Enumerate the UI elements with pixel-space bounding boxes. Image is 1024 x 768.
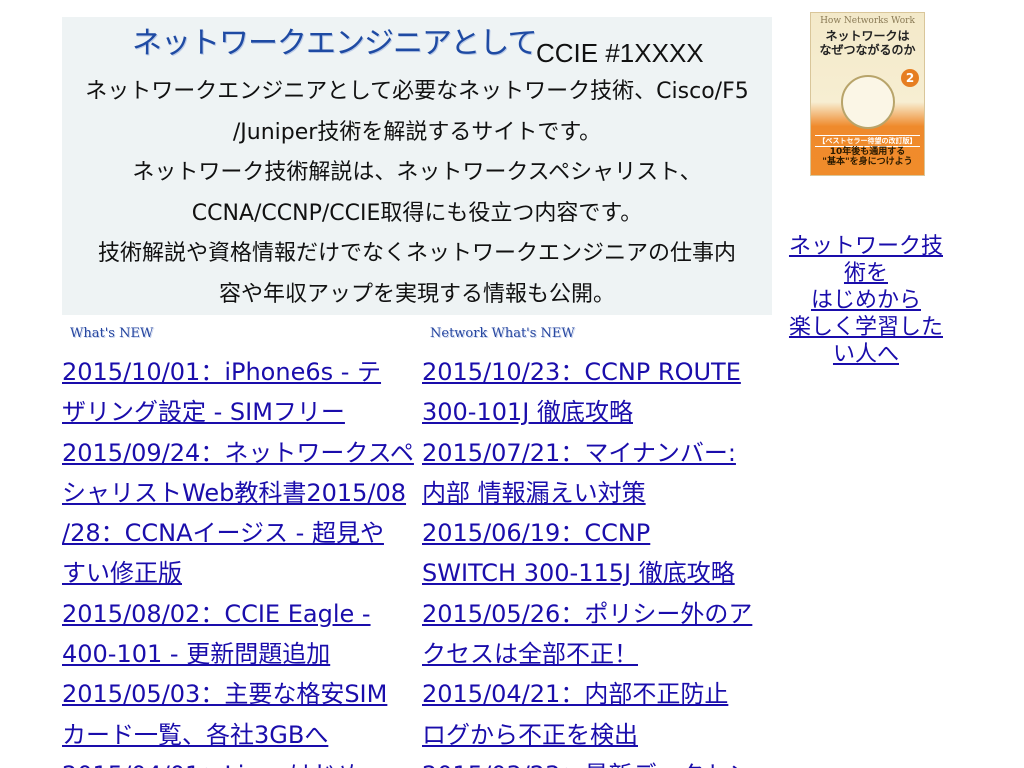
news-item-line: 2015/04/01：Linuxはじめ	[62, 755, 422, 768]
description-line: ネットワークエンジニアとして必要なネットワーク技術、Cisco/F5	[85, 79, 749, 104]
ccie-number: CCIE #1XXXX	[536, 38, 704, 68]
network-whats-new-list: 2015/10/23：CCNP ROUTE 300-101J 徹底攻略 2015…	[422, 352, 772, 768]
news-item[interactable]: 2015/06/19：CCNP SWITCH 300-115J 徹底攻略	[422, 513, 772, 594]
news-item[interactable]: 2015/09/24：ネットワークスペ シャリストWeb教科書2015/08 /…	[62, 433, 422, 594]
side-link-line: 術を	[843, 261, 888, 286]
book-title: ネットワークは なぜつながるのか	[815, 29, 920, 57]
news-item-line: 2015/03/23：最新データセン	[422, 755, 772, 768]
news-item-line: 2015/05/26：ポリシー外のア	[422, 599, 753, 628]
side-link-line: 楽しく学習した	[788, 315, 943, 340]
news-item[interactable]: 2015/07/21：マイナンバー: 内部 情報漏えい対策	[422, 433, 772, 514]
whats-new-heading: What's NEW	[70, 326, 154, 341]
news-item-line: 2015/10/01：iPhone6s - テ	[62, 358, 382, 386]
news-item[interactable]: 2015/08/02：CCIE Eagle - 400-101 - 更新問題追加	[62, 594, 422, 675]
news-item-line: 2015/04/21：内部不正防止	[422, 680, 729, 709]
side-link-line: はじめから	[810, 288, 921, 313]
news-item-line: 2015/07/21：マイナンバー:	[422, 438, 736, 467]
news-item[interactable]: 2015/03/23：最新データセン	[422, 755, 772, 768]
book-title-line: ネットワークは	[825, 29, 910, 43]
news-item-line: ログから不正を検出	[422, 720, 638, 749]
description-line: 技術解説や資格情報だけでなくネットワークエンジニアの仕事内	[97, 241, 736, 266]
news-item-line: 300-101J 徹底攻略	[422, 398, 633, 427]
side-link-line: ネットワーク技	[788, 234, 943, 259]
news-item-line: 400-101 - 更新問題追加	[62, 640, 331, 669]
news-item-line: 内部 情報漏えい対策	[422, 478, 646, 507]
description-line: 容や年収アップを実現する情報も公開。	[218, 281, 615, 307]
book-cover-image[interactable]: How Networks Work ネットワークは なぜつながるのか 2 【ベス…	[810, 12, 925, 176]
side-link-line: い人へ	[832, 342, 899, 367]
news-item-line: クセスは全部不正！	[422, 640, 638, 669]
site-title: ネットワークエンジニアとして	[132, 26, 537, 61]
news-item-line: すい修正版	[62, 559, 182, 588]
book-tagline-line: 10年後も通用する	[829, 147, 906, 157]
book-top-text: How Networks Work	[820, 16, 915, 26]
book-tagline-line: "基本"を身につけよう	[822, 157, 913, 167]
news-item-line: シャリストWeb教科書2015/08	[62, 478, 407, 507]
news-item-line: 2015/10/23：CCNP ROUTE	[422, 358, 741, 386]
learn-network-link[interactable]: ネットワーク技 術を はじめから 楽しく学習した い人へ	[782, 233, 950, 368]
news-item[interactable]: 2015/10/23：CCNP ROUTE 300-101J 徹底攻略	[422, 352, 772, 433]
news-item[interactable]: 2015/05/03：主要な格安SIM カード一覧、各社3GBへ	[62, 674, 422, 755]
news-item-line: カード一覧、各社3GBへ	[62, 720, 329, 749]
book-band: 【ベストセラー待望の改訂版】	[815, 135, 920, 147]
site-description: ネットワークエンジニアとして必要なネットワーク技術、Cisco/F5 /Juni…	[62, 72, 772, 315]
network-whats-new-heading: Network What's NEW	[430, 326, 575, 341]
news-item-line: ザリング設定 - SIMフリー	[62, 398, 345, 427]
description-line: CCNA/CCNP/CCIE取得にも役立つ内容です。	[191, 200, 643, 226]
book-tagline: 10年後も通用する "基本"を身につけよう	[815, 147, 920, 167]
news-item-line: 2015/08/02：CCIE Eagle -	[62, 599, 371, 628]
news-item-line: 2015/09/24：ネットワークスペ	[62, 438, 414, 467]
news-item[interactable]: 2015/10/01：iPhone6s - テ ザリング設定 - SIMフリー	[62, 352, 422, 433]
page: ネットワークエンジニアとして CCIE #1XXXX ネットワークエンジニアとし…	[0, 0, 1024, 768]
description-line: /Juniper技術を解説するサイトです。	[232, 119, 602, 145]
whats-new-list: 2015/10/01：iPhone6s - テ ザリング設定 - SIMフリー …	[62, 352, 422, 768]
news-item[interactable]: 2015/04/21：内部不正防止 ログから不正を検出	[422, 674, 772, 755]
news-item-line: /28：CCNAイージス - 超見や	[62, 519, 384, 548]
news-item[interactable]: 2015/05/26：ポリシー外のア クセスは全部不正！	[422, 594, 772, 675]
book-title-line: なぜつながるのか	[819, 43, 916, 57]
clock-illustration	[841, 75, 895, 129]
news-item[interactable]: 2015/04/01：Linuxはじめ	[62, 755, 422, 768]
edition-badge: 2	[901, 69, 919, 87]
news-item-line: SWITCH 300-115J 徹底攻略	[422, 559, 735, 588]
news-item-line: 2015/06/19：CCNP	[422, 519, 651, 548]
description-line: ネットワーク技術解説は、ネットワークスペシャリスト、	[132, 160, 702, 185]
news-item-line: 2015/05/03：主要な格安SIM	[62, 680, 388, 709]
